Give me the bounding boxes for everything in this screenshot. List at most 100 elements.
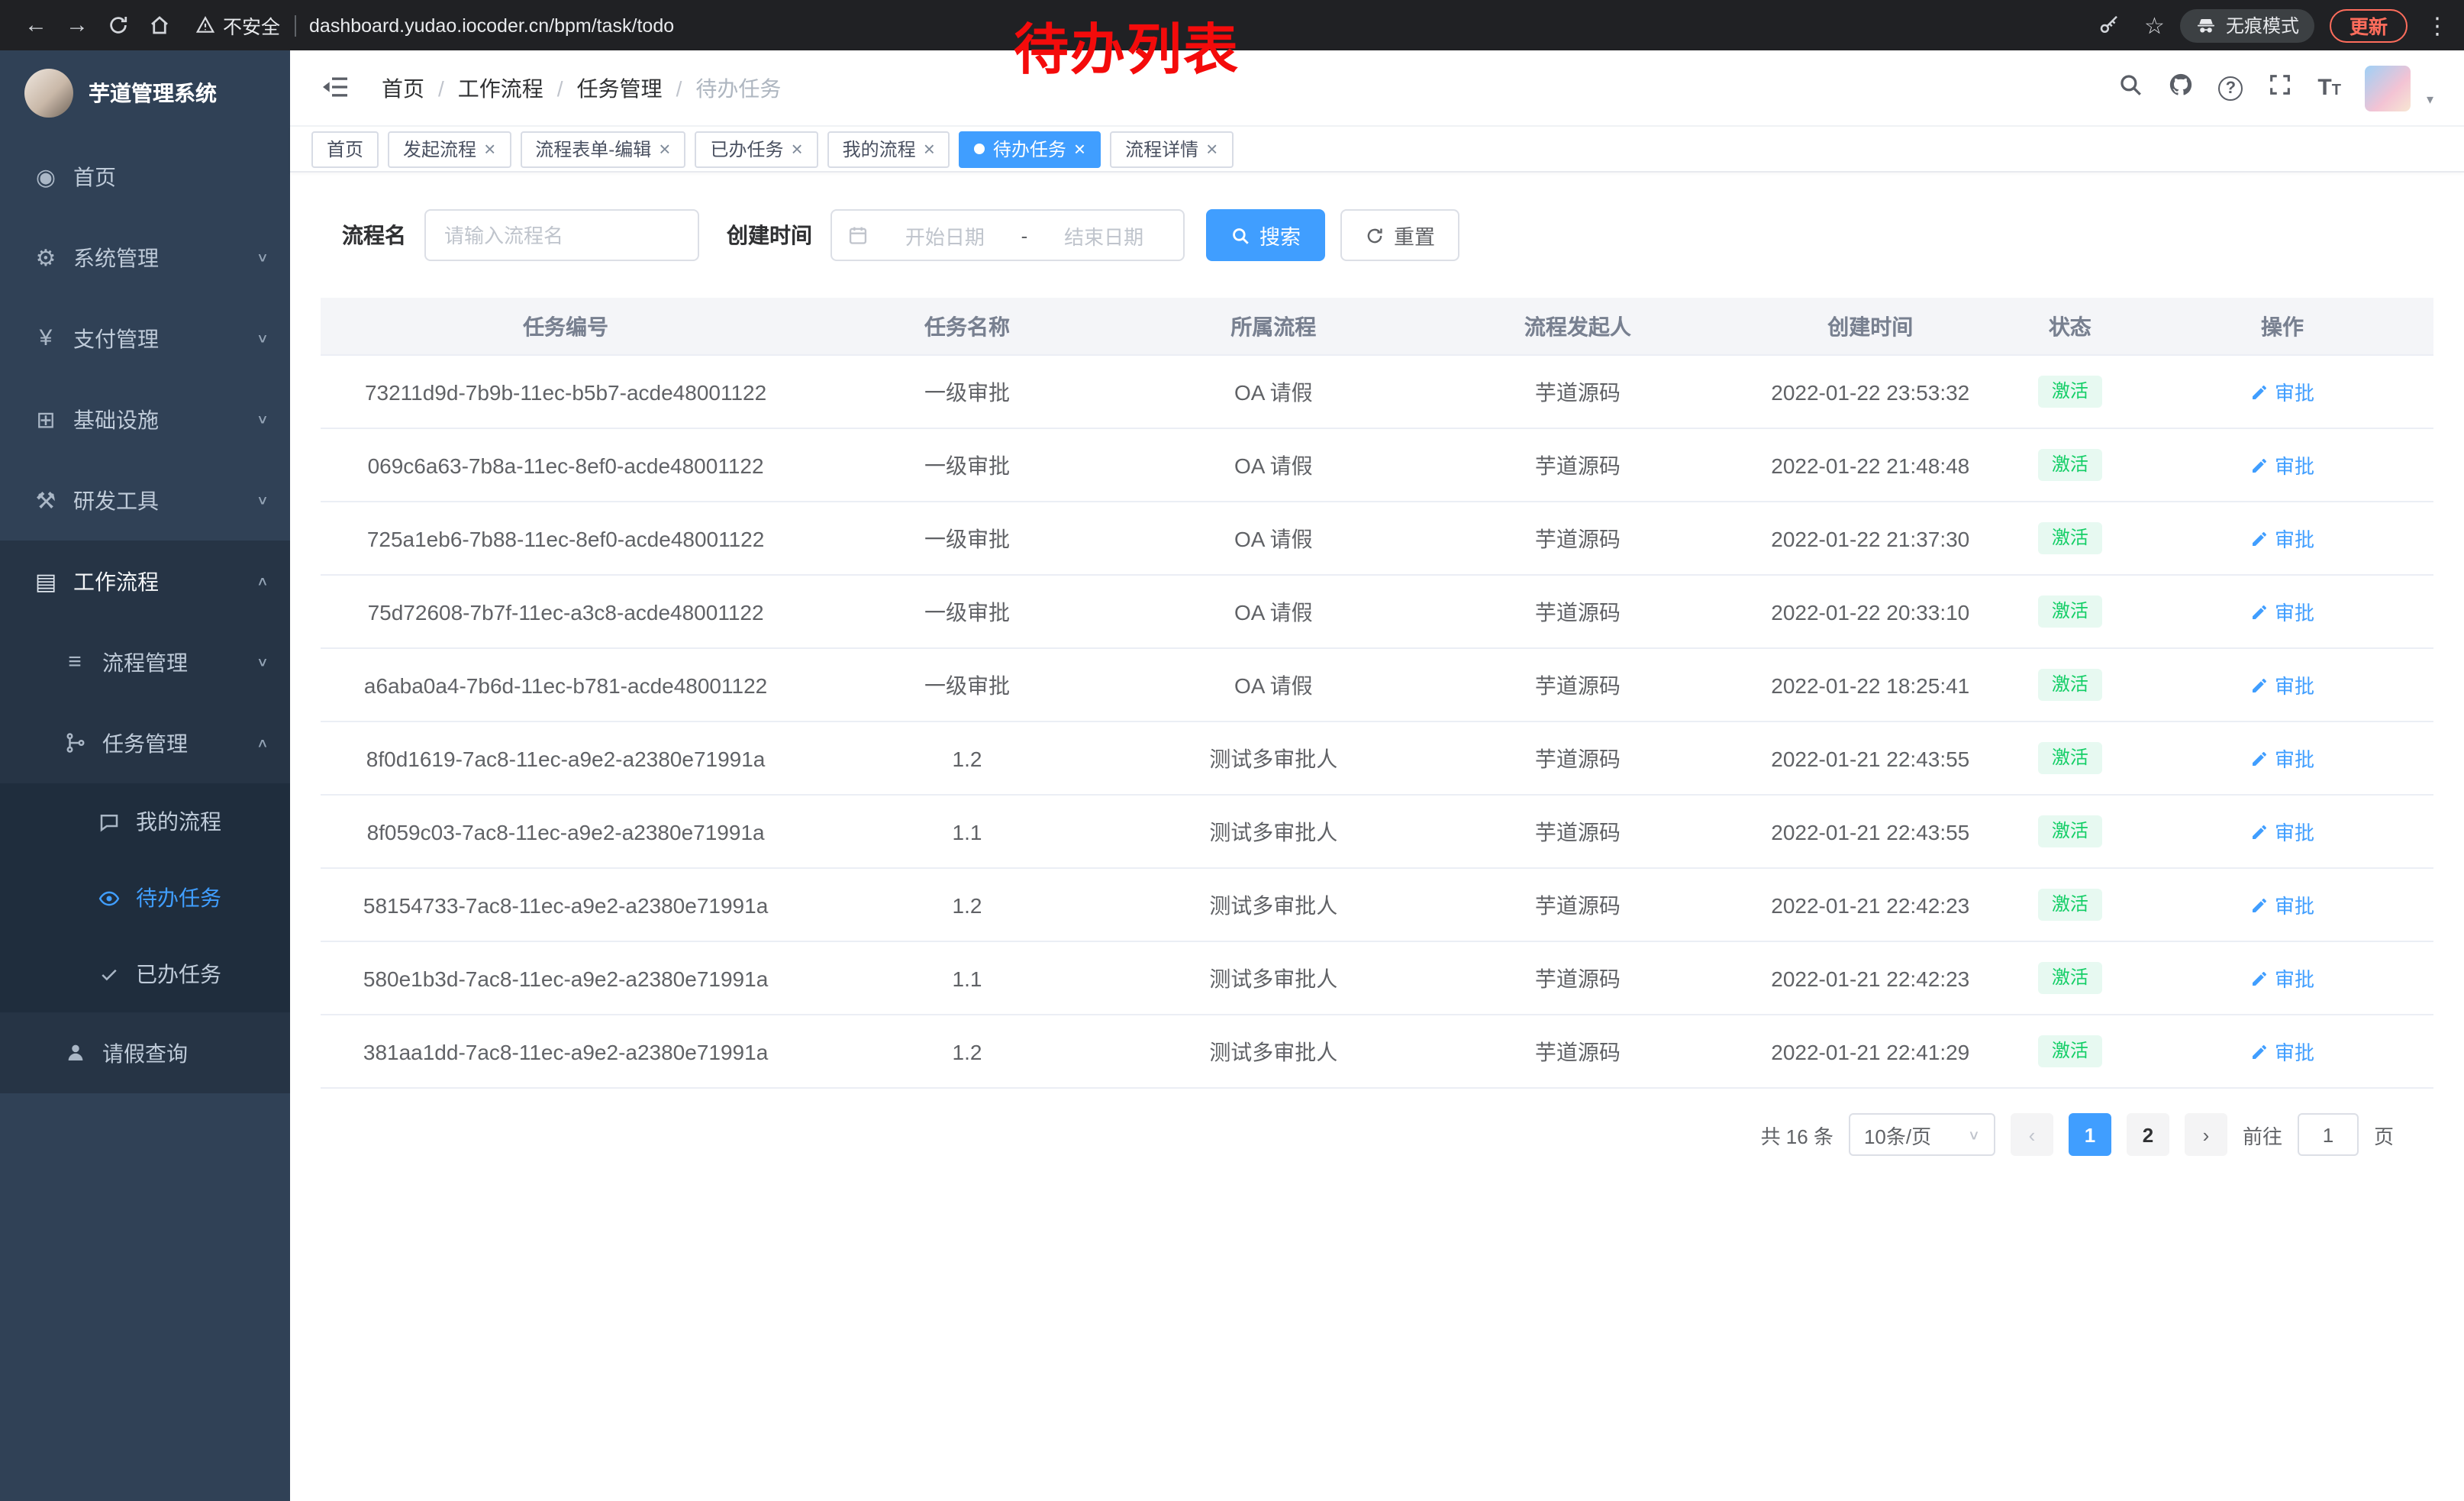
create-time-cell: 2022-01-22 18:25:41 (1732, 673, 2009, 697)
action-cell: 审批 (2131, 597, 2433, 626)
approve-link[interactable]: 审批 (2250, 817, 2314, 846)
avatar-caret-icon[interactable]: ▾ (2427, 91, 2433, 111)
github-icon[interactable] (2168, 71, 2194, 105)
page-tab[interactable]: 流程详情 × (1110, 131, 1233, 167)
menu-dots-icon[interactable]: ⋮ (2426, 11, 2449, 39)
approve-link[interactable]: 审批 (2250, 964, 2314, 993)
collapse-sidebar-icon[interactable] (321, 71, 354, 105)
sidebar-item-system[interactable]: ⚙ 系统管理 ∨ (0, 217, 290, 298)
task-name-cell: 一级审批 (811, 523, 1124, 554)
end-date-field[interactable]: 结束日期 (1040, 221, 1168, 250)
initiator-cell: 芋道源码 (1424, 523, 1732, 554)
page-tab[interactable]: 发起流程 × (388, 131, 511, 167)
process-cell: 测试多审批人 (1124, 889, 1424, 920)
sidebar-item-process-management[interactable]: ≡ 流程管理 ∨ (0, 621, 290, 702)
page-size-select[interactable]: 10条/页 ∨ (1849, 1113, 1995, 1156)
status-badge: 激活 (2038, 1035, 2102, 1067)
breadcrumb-workflow[interactable]: 工作流程 (458, 73, 543, 103)
approve-link[interactable]: 审批 (2250, 744, 2314, 773)
start-date-field[interactable]: 开始日期 (881, 221, 1009, 250)
incognito-icon (2195, 15, 2217, 36)
page-tab[interactable]: 我的流程 × (827, 131, 950, 167)
approve-link-label: 审批 (2275, 744, 2314, 773)
table-row: 725a1eb6-7b88-11ec-8ef0-acde48001122 一级审… (321, 502, 2433, 576)
pagination: 共 16 条 10条/页 ∨ ‹ 1 2 › 前往 页 (321, 1113, 2394, 1156)
search-button[interactable]: 搜索 (1206, 209, 1325, 261)
address-bar[interactable]: 不安全 dashboard.yudao.iocoder.cn/bpm/task/… (195, 11, 674, 40)
user-avatar[interactable] (2366, 65, 2411, 111)
sidebar-item-home[interactable]: ◉ 首页 (0, 136, 290, 217)
date-range-picker[interactable]: 开始日期 - 结束日期 (830, 209, 1185, 261)
approve-link[interactable]: 审批 (2250, 524, 2314, 553)
page-tab[interactable]: 首页 (311, 131, 379, 167)
page-number-button[interactable]: 1 (2069, 1113, 2111, 1156)
status-badge: 激活 (2038, 741, 2102, 774)
page-number-button[interactable]: 2 (2127, 1113, 2169, 1156)
process-cell: 测试多审批人 (1124, 743, 1424, 773)
close-icon[interactable]: × (1074, 139, 1085, 159)
close-icon[interactable]: × (484, 139, 495, 159)
close-icon[interactable]: × (924, 139, 935, 159)
sidebar-item-devtools[interactable]: ⚒ 研发工具 ∨ (0, 460, 290, 541)
initiator-cell: 芋道源码 (1424, 816, 1732, 847)
home-icon[interactable] (139, 5, 180, 46)
update-button[interactable]: 更新 (2330, 8, 2408, 42)
status-badge: 激活 (2038, 668, 2102, 701)
next-page-button[interactable]: › (2185, 1113, 2227, 1156)
task-id-cell: 73211d9d-7b9b-11ec-b5b7-acde48001122 (321, 379, 811, 404)
content: 流程名 创建时间 开始日期 - 结束日期 搜索 重置 (290, 209, 2464, 1156)
sidebar-item-task-management[interactable]: 任务管理 ∧ (0, 702, 290, 783)
bookmark-star-icon[interactable]: ☆ (2144, 11, 2165, 39)
approve-link[interactable]: 审批 (2250, 597, 2314, 626)
page-tab[interactable]: 流程表单-编辑 × (520, 131, 685, 167)
sidebar-item-my-process[interactable]: 我的流程 (0, 783, 290, 860)
approve-link[interactable]: 审批 (2250, 377, 2314, 406)
prev-page-button[interactable]: ‹ (2011, 1113, 2053, 1156)
filter-bar: 流程名 创建时间 开始日期 - 结束日期 搜索 重置 (321, 209, 2433, 261)
address-divider (294, 15, 295, 36)
process-cell: OA 请假 (1124, 596, 1424, 627)
sidebar-item-todo-tasks[interactable]: 待办任务 (0, 860, 290, 936)
status-cell: 激活 (2009, 595, 2132, 628)
search-icon[interactable] (2117, 71, 2143, 105)
approve-link[interactable]: 审批 (2250, 890, 2314, 919)
workflow-submenu: ≡ 流程管理 ∨ 任务管理 ∧ 我的流程 (0, 621, 290, 1093)
goto-page-input[interactable] (2298, 1113, 2359, 1156)
initiator-cell: 芋道源码 (1424, 889, 1732, 920)
approve-link[interactable]: 审批 (2250, 670, 2314, 699)
back-icon[interactable]: ← (15, 5, 56, 46)
approve-link[interactable]: 审批 (2250, 450, 2314, 479)
breadcrumb-home[interactable]: 首页 (382, 73, 424, 103)
fullscreen-icon[interactable] (2267, 71, 2293, 105)
task-name-cell: 1.1 (811, 966, 1124, 990)
table-row: 8f0d1619-7ac8-11ec-a9e2-a2380e71991a 1.2… (321, 722, 2433, 796)
page-tab[interactable]: 已办任务 × (695, 131, 818, 167)
process-name-input[interactable] (424, 209, 699, 261)
search-button-label: 搜索 (1259, 220, 1301, 250)
page-tab[interactable]: 待办任务 × (959, 131, 1101, 167)
breadcrumb-separator: / (676, 76, 682, 100)
sidebar-item-workflow[interactable]: ▤ 工作流程 ∧ (0, 541, 290, 621)
tab-label: 首页 (327, 136, 363, 162)
close-icon[interactable]: × (791, 139, 802, 159)
top-header: 首页 / 工作流程 / 任务管理 / 待办任务 ? TT (290, 50, 2464, 127)
sidebar-item-infrastructure[interactable]: ⊞ 基础设施 ∨ (0, 379, 290, 460)
font-size-icon[interactable]: TT (2317, 74, 2341, 102)
initiator-cell: 芋道源码 (1424, 963, 1732, 993)
sidebar-item-payment[interactable]: ¥ 支付管理 ∨ (0, 298, 290, 379)
close-icon[interactable]: × (1206, 139, 1217, 159)
close-icon[interactable]: × (659, 139, 670, 159)
workflow-icon: ▤ (32, 567, 60, 595)
forward-icon[interactable]: → (56, 5, 98, 46)
sidebar-item-done-tasks[interactable]: 已办任务 (0, 936, 290, 1012)
sidebar-item-leave-query[interactable]: 请假查询 (0, 1012, 290, 1093)
help-icon[interactable]: ? (2218, 76, 2243, 100)
status-badge: 激活 (2038, 521, 2102, 554)
breadcrumb-task-management[interactable]: 任务管理 (577, 73, 663, 103)
key-icon[interactable] (2088, 5, 2129, 46)
approve-link[interactable]: 审批 (2250, 1037, 2314, 1066)
reset-button[interactable]: 重置 (1340, 209, 1459, 261)
edit-icon (2250, 822, 2269, 841)
reload-icon[interactable] (98, 5, 139, 46)
url-text[interactable]: dashboard.yudao.iocoder.cn/bpm/task/todo (309, 15, 674, 36)
